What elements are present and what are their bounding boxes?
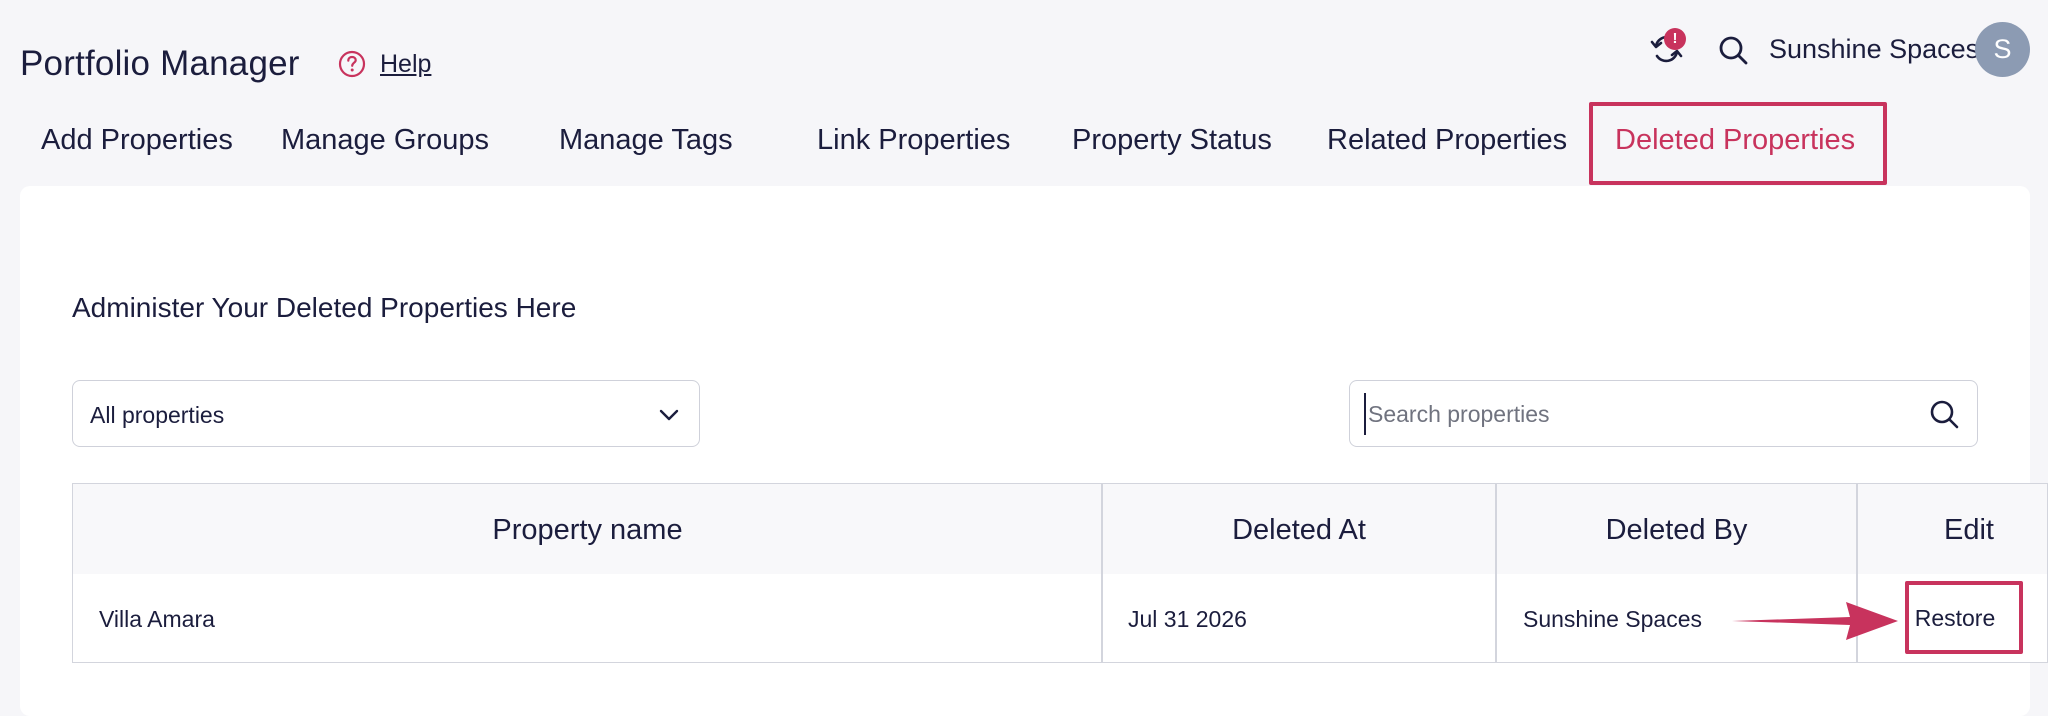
search-icon[interactable] — [1927, 397, 1961, 431]
search-field — [1349, 380, 1978, 447]
alert-badge: ! — [1664, 28, 1686, 50]
column-header-deleted-at[interactable]: Deleted At — [1102, 510, 1496, 550]
tab-manage-tags[interactable]: Manage Tags — [559, 120, 733, 160]
tab-manage-groups[interactable]: Manage Groups — [281, 120, 489, 160]
tab-link-properties[interactable]: Link Properties — [817, 120, 1010, 160]
question-circle-icon[interactable] — [337, 49, 367, 79]
cell-deleted-by: Sunshine Spaces — [1523, 606, 1703, 632]
top-header: Portfolio Manager Help ! Sunshine Spaces… — [0, 0, 2048, 100]
restore-button[interactable]: Restore — [1909, 593, 2001, 643]
column-divider — [1101, 483, 1103, 663]
help-link[interactable]: Help — [380, 48, 431, 80]
tab-bar: Add Properties Manage Groups Manage Tags… — [0, 100, 2048, 188]
pointer-arrow-icon — [1732, 602, 1898, 640]
column-header-property-name[interactable]: Property name — [73, 510, 1102, 550]
property-filter-select[interactable]: All properties — [72, 380, 700, 447]
tab-add-properties[interactable]: Add Properties — [41, 120, 233, 160]
table-header-row: Property name Deleted At Deleted By Edit — [72, 483, 2048, 575]
column-header-deleted-by[interactable]: Deleted By — [1496, 510, 1857, 550]
app-title: Portfolio Manager — [20, 44, 300, 83]
search-icon[interactable] — [1716, 33, 1750, 67]
avatar[interactable]: S — [1975, 22, 2030, 77]
tab-deleted-properties[interactable]: Deleted Properties — [1615, 120, 1855, 160]
section-title: Administer Your Deleted Properties Here — [72, 292, 577, 323]
column-header-edit: Edit — [1944, 514, 1994, 546]
property-filter-value: All properties — [90, 402, 225, 428]
account-name[interactable]: Sunshine Spaces — [1769, 31, 1979, 67]
chevron-down-icon — [659, 409, 679, 421]
cell-property-name: Villa Amara — [99, 606, 215, 632]
search-input[interactable] — [1364, 393, 1904, 435]
tab-related-properties[interactable]: Related Properties — [1327, 120, 1567, 160]
column-divider — [1495, 483, 1497, 663]
cell-deleted-at: Jul 31 2026 — [1128, 606, 1247, 632]
tab-property-status[interactable]: Property Status — [1072, 120, 1272, 160]
